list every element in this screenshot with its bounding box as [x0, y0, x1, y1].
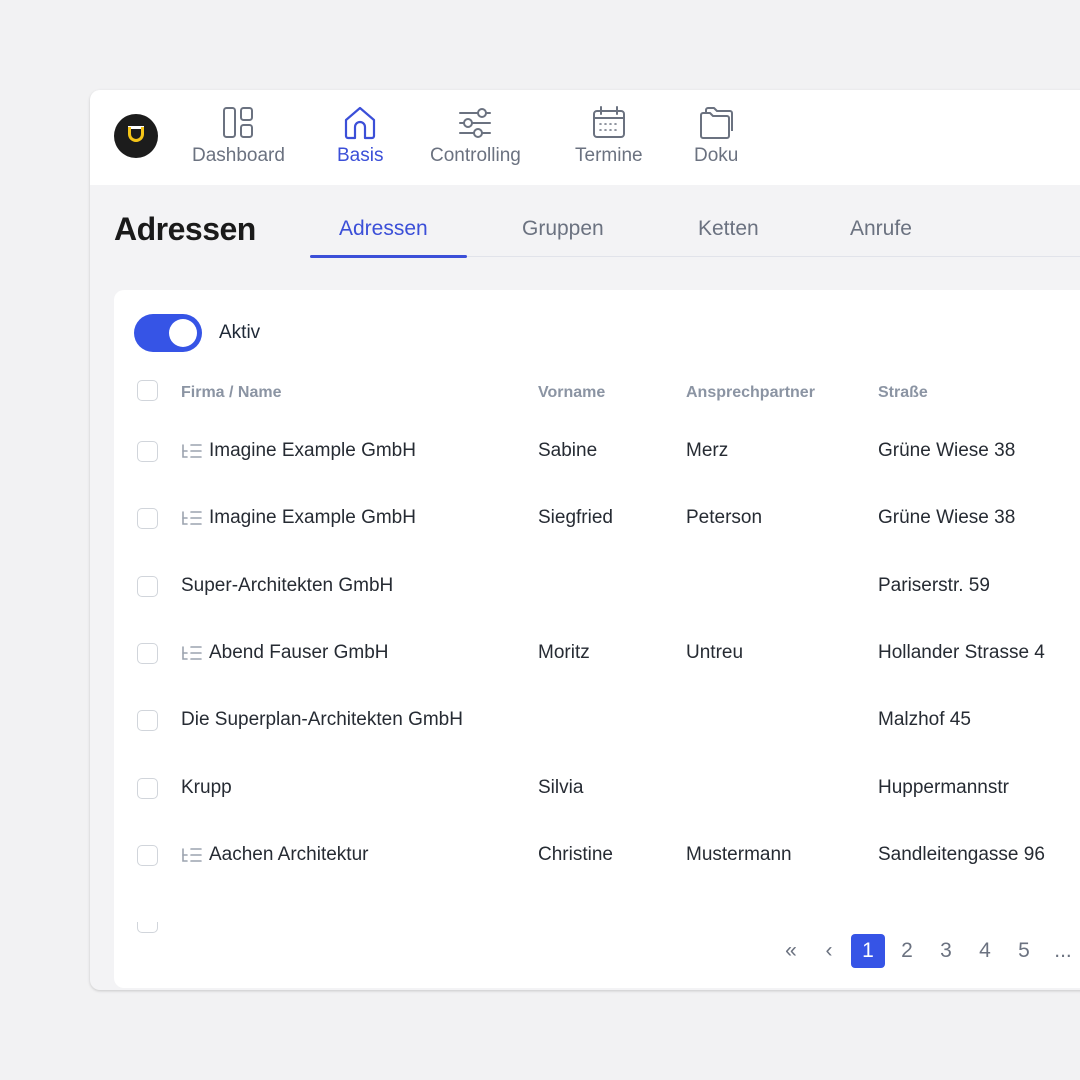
nav-item-doku[interactable]: Doku — [694, 104, 738, 167]
cell-strasse: Huppermannstr — [878, 777, 1009, 798]
calendar-icon — [592, 106, 625, 138]
logo[interactable] — [114, 114, 158, 158]
page-title: Adressen — [114, 211, 256, 247]
row-checkbox[interactable] — [137, 643, 158, 664]
row-checkbox[interactable] — [137, 778, 158, 799]
page-button-3[interactable]: 3 — [929, 934, 963, 968]
cell-strasse: Grüne Wiese 38 — [878, 440, 1016, 461]
table-row[interactable]: Abend Fauser GmbH Moritz Untreu Hollander S… — [114, 641, 1080, 681]
tab-gruppen[interactable]: Gruppen — [522, 217, 604, 241]
nav-label-basis: Basis — [337, 145, 384, 166]
cell-vorname: Moritz — [538, 642, 590, 663]
row-checkbox[interactable] — [137, 845, 158, 866]
tab-ketten[interactable]: Ketten — [698, 217, 759, 241]
table-row[interactable]: Aachen Architektur Christine Mustermann San… — [114, 843, 1080, 883]
column-header-vorname[interactable]: Vorname — [538, 384, 605, 402]
cell-vorname: Siegfried — [538, 507, 613, 528]
scroll-clip — [114, 910, 1080, 922]
sliders-icon — [459, 108, 492, 138]
address-table-card: Aktiv Firma / Name Vorname Ansprechpartn… — [114, 290, 1080, 988]
table-row[interactable]: Imagine Example GmbH Siegfried Peterson Grü… — [114, 506, 1080, 546]
first-page-button[interactable]: « — [774, 934, 808, 968]
cell-vorname: Silvia — [538, 777, 584, 798]
prev-page-button[interactable]: ‹ — [812, 934, 846, 968]
cell-strasse: Pariserstr. 59 — [878, 575, 990, 596]
tree-list-icon — [182, 511, 202, 525]
row-checkbox[interactable] — [137, 710, 158, 731]
pagination-ellipsis: ... — [1054, 939, 1072, 962]
app-window: Dashboard Basis Controlling Termine Doku… — [90, 90, 1080, 990]
page-button-5[interactable]: 5 — [1007, 934, 1041, 968]
cell-firma: Die Superplan-Architekten GmbH — [181, 709, 463, 730]
aktiv-toggle[interactable] — [134, 314, 202, 352]
folder-icon — [700, 107, 734, 139]
cell-firma: Imagine Example GmbH — [209, 440, 416, 461]
nav-item-termine[interactable]: Termine — [575, 104, 643, 167]
table-row[interactable]: Super-Architekten GmbH Pariserstr. 59 — [114, 574, 1080, 614]
top-navigation: Dashboard Basis Controlling Termine Doku — [90, 90, 1080, 185]
tree-list-icon — [182, 848, 202, 862]
cell-strasse: Malzhof 45 — [878, 709, 971, 730]
dashboard-icon — [223, 107, 254, 138]
nav-item-controlling[interactable]: Controlling — [430, 104, 521, 167]
page-button-2[interactable]: 2 — [890, 934, 924, 968]
cell-firma: Super-Architekten GmbH — [181, 575, 394, 596]
active-tab-indicator — [310, 255, 467, 258]
table-row[interactable]: Die Superplan-Architekten GmbH Malzhof 45 — [114, 708, 1080, 748]
table-row[interactable]: Imagine Example GmbH Sabine Merz Grüne Wies… — [114, 439, 1080, 479]
nav-item-basis[interactable]: Basis — [337, 104, 383, 167]
cell-strasse: Grüne Wiese 38 — [878, 507, 1016, 528]
column-header-strasse[interactable]: Straße — [878, 384, 928, 402]
pagination: « ‹ 1 2 3 4 5 ... — [774, 934, 1080, 968]
cell-firma: Imagine Example GmbH — [209, 507, 416, 528]
page-button-1[interactable]: 1 — [851, 934, 885, 968]
cell-ansprechpartner: Untreu — [686, 642, 744, 663]
tree-list-icon — [182, 444, 202, 458]
row-checkbox[interactable] — [137, 441, 158, 462]
nav-label-termine: Termine — [575, 145, 643, 166]
cell-vorname: Christine — [538, 844, 613, 865]
aktiv-toggle-label: Aktiv — [219, 322, 261, 343]
nav-label-dashboard: Dashboard — [192, 145, 285, 166]
column-header-firma[interactable]: Firma / Name — [181, 384, 281, 402]
home-icon — [345, 106, 376, 140]
tab-anrufe[interactable]: Anrufe — [850, 217, 912, 241]
cell-vorname: Sabine — [538, 440, 598, 461]
row-checkbox[interactable] — [137, 508, 158, 529]
toggle-knob — [169, 319, 197, 347]
cell-firma: Krupp — [181, 777, 232, 798]
logo-mark — [128, 127, 144, 142]
page-button-4[interactable]: 4 — [968, 934, 1002, 968]
nav-item-dashboard[interactable]: Dashboard — [192, 104, 285, 167]
cell-firma: Aachen Architektur — [209, 844, 369, 865]
nav-label-controlling: Controlling — [430, 145, 521, 166]
page-header: Adressen Adressen Gruppen Ketten Anrufe — [90, 185, 1080, 265]
table-row[interactable]: Krupp Silvia Huppermannstr — [114, 776, 1080, 816]
select-all-checkbox[interactable] — [137, 380, 158, 401]
column-header-ansprechpartner[interactable]: Ansprechpartner — [686, 384, 815, 402]
cell-strasse: Sandleitengasse 96 — [878, 844, 1045, 865]
row-checkbox[interactable] — [137, 576, 158, 597]
cell-ansprechpartner: Merz — [686, 440, 729, 461]
tree-list-icon — [182, 646, 202, 660]
cell-ansprechpartner: Mustermann — [686, 844, 792, 865]
nav-label-doku: Doku — [694, 145, 739, 166]
tab-adressen[interactable]: Adressen — [339, 217, 428, 241]
cell-strasse: Hollander Strasse 4 — [878, 642, 1045, 663]
cell-ansprechpartner: Peterson — [686, 507, 763, 528]
cell-firma: Abend Fauser GmbH — [209, 642, 389, 663]
